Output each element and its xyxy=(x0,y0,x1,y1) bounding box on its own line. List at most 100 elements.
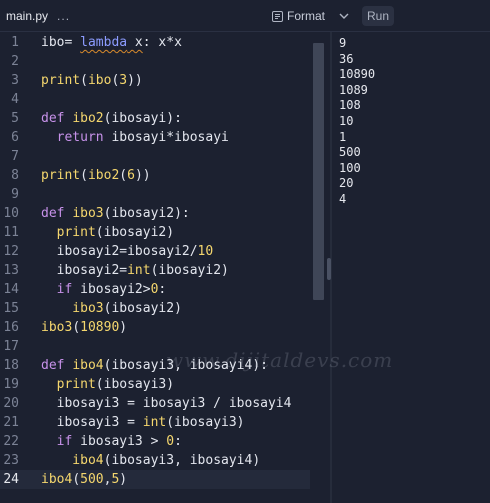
code-text: return ibosayi*ibosayi xyxy=(41,128,229,147)
code-token: ( xyxy=(80,73,88,88)
run-button[interactable]: Run xyxy=(362,6,394,26)
code-line[interactable]: 4 xyxy=(0,90,310,109)
code-token: ibo4 xyxy=(72,358,104,373)
code-token: ) xyxy=(119,320,128,335)
console-line: 500 xyxy=(339,145,361,160)
code-token: ibo3 xyxy=(41,320,73,335)
code-token: int xyxy=(142,415,167,430)
watermark: www.dijitaldevs.com xyxy=(166,348,394,372)
line-number: 7 xyxy=(11,149,19,164)
code-text: def ibo3(ibosayi2): xyxy=(41,204,190,223)
line-number: 11 xyxy=(3,225,19,240)
line-number: 15 xyxy=(3,301,19,316)
code-line[interactable]: 22 if ibosayi3 > 0: xyxy=(0,432,310,451)
format-icon xyxy=(272,10,283,22)
code-token: print xyxy=(41,377,96,392)
line-number: 19 xyxy=(3,377,19,392)
code-editor[interactable]: 1 ibo= lambda x: x*x 2 3 print(ibo(3)) 4 5 def … xyxy=(0,32,330,503)
line-number: 16 xyxy=(3,320,19,335)
code-token: ( xyxy=(72,320,81,335)
format-button[interactable]: Format xyxy=(272,0,325,32)
code-text: ibosayi3 = int(ibosayi3) xyxy=(41,413,245,432)
format-label: Format xyxy=(287,9,326,23)
line-number: 17 xyxy=(3,339,19,354)
line-number: 21 xyxy=(3,415,19,430)
console-line: 100 xyxy=(339,160,361,175)
chevron-down-icon[interactable] xyxy=(337,9,351,23)
code-line[interactable]: 19 print(ibosayi3) xyxy=(0,375,310,394)
code-token: ibosayi2=ibosayi2/ xyxy=(41,244,198,259)
code-line[interactable]: 13 ibosayi2=int(ibosayi2) xyxy=(0,261,310,280)
code-line[interactable]: 23 ibo4(ibosayi3, ibosayi4) xyxy=(0,451,310,470)
line-number: 23 xyxy=(3,453,19,468)
code-token: (ibosayi2) xyxy=(95,225,175,240)
line-number: 6 xyxy=(11,130,19,145)
code-line[interactable]: 6 return ibosayi*ibosayi xyxy=(0,128,310,147)
code-text: print(ibosayi2) xyxy=(41,223,174,242)
editor-scrollbar-thumb[interactable] xyxy=(313,43,324,300)
code-text: if ibosayi2>0: xyxy=(41,280,167,299)
console-line: 1089 xyxy=(339,82,368,97)
code-token: ibo3 xyxy=(72,206,104,221)
code-line[interactable]: 11 print(ibosayi2) xyxy=(0,223,310,242)
code-token: ibo2 xyxy=(87,168,120,183)
code-token: = xyxy=(64,35,81,50)
line-number: 2 xyxy=(11,54,19,69)
code-token: )) xyxy=(127,73,143,88)
code-token: 6 xyxy=(127,168,135,183)
file-tab-main[interactable]: main.py ... xyxy=(0,0,80,32)
code-token: if xyxy=(41,434,81,449)
file-tab-label: main.py xyxy=(6,9,49,23)
code-token: ibo4 xyxy=(41,453,104,468)
code-token: lambda xyxy=(80,35,128,50)
console-line: 1 xyxy=(339,129,347,144)
code-token: ibosayi*ibosayi xyxy=(111,130,229,145)
code-token: ibo2 xyxy=(72,111,104,126)
code-token: print xyxy=(41,168,81,183)
divider-grip[interactable] xyxy=(327,258,331,280)
code-line[interactable]: 24 ibo4(500,5) xyxy=(0,470,310,489)
line-number: 10 xyxy=(3,206,19,221)
code-line[interactable]: 14 if ibosayi2>0: xyxy=(0,280,310,299)
code-token: ibosayi2> xyxy=(80,282,151,297)
code-token: def xyxy=(41,358,73,373)
code-line[interactable]: 1 ibo= lambda x: x*x xyxy=(0,33,310,52)
line-number: 20 xyxy=(3,396,19,411)
code-token: x xyxy=(127,35,143,50)
code-line[interactable]: 16 ibo3(10890) xyxy=(0,318,310,337)
code-line[interactable]: 3 print(ibo(3)) xyxy=(0,71,310,90)
code-token: ibo xyxy=(41,35,65,50)
line-number: 5 xyxy=(11,111,19,126)
code-token: (ibosayi2): xyxy=(103,206,190,221)
line-number: 3 xyxy=(11,73,19,88)
code-line[interactable]: 12 ibosayi2=ibosayi2/10 xyxy=(0,242,310,261)
code-line[interactable]: 10 def ibo3(ibosayi2): xyxy=(0,204,310,223)
console-line: 20 xyxy=(339,176,354,191)
code-line[interactable]: 21 ibosayi3 = int(ibosayi3) xyxy=(0,413,310,432)
code-token: ibo xyxy=(87,73,112,88)
code-line[interactable]: 9 xyxy=(0,185,310,204)
code-token: ( xyxy=(80,168,88,183)
line-number: 1 xyxy=(11,35,19,50)
line-number: 14 xyxy=(3,282,19,297)
code-token: print xyxy=(41,225,96,240)
code-line[interactable]: 7 xyxy=(0,147,310,166)
code-line[interactable]: 5 def ibo2(ibosayi): xyxy=(0,109,310,128)
code-text: def ibo2(ibosayi): xyxy=(41,109,182,128)
code-token: if xyxy=(41,282,81,297)
code-token: return xyxy=(41,130,112,145)
code-line[interactable]: 15 ibo3(ibosayi2) xyxy=(0,299,310,318)
code-line[interactable]: 2 xyxy=(0,52,310,71)
code-line[interactable]: 8 print(ibo2(6)) xyxy=(0,166,310,185)
tab-more-button[interactable]: ... xyxy=(57,9,70,23)
code-token: ibosayi3 = ibosayi3 / ibosayi4 xyxy=(41,396,292,411)
code-token: )) xyxy=(134,168,151,183)
code-token: def xyxy=(41,111,73,126)
code-text: if ibosayi3 > 0: xyxy=(41,432,182,451)
code-token: ibo3 xyxy=(41,301,104,316)
top-bar: main.py ... Format Run xyxy=(0,0,490,32)
console-line: 10890 xyxy=(339,67,376,82)
line-number: 9 xyxy=(11,187,19,202)
console-line: 36 xyxy=(339,51,354,66)
code-line[interactable]: 20 ibosayi3 = ibosayi3 / ibosayi4 xyxy=(0,394,310,413)
